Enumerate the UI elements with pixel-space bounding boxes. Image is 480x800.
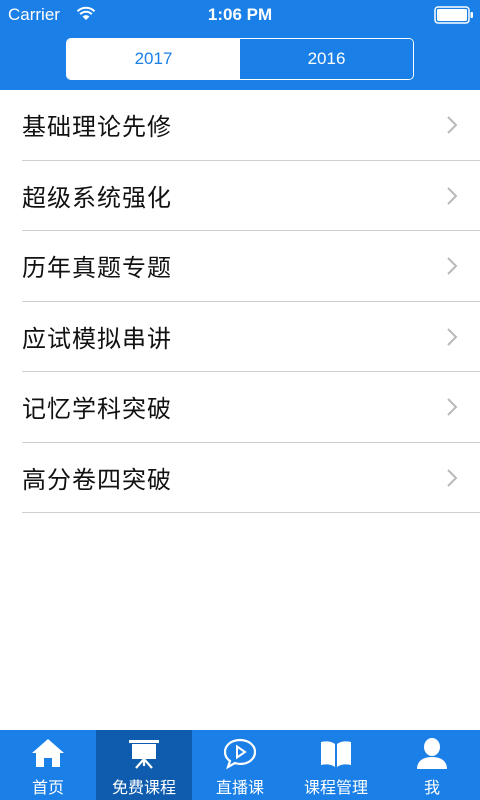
book-icon — [321, 741, 351, 767]
list-item[interactable]: 基础理论先修 — [22, 90, 480, 161]
tab-label: 课程管理 — [303, 778, 368, 797]
status-bar: Carrier 1:06 PM — [0, 0, 480, 30]
year-tab-2016[interactable]: 2016 — [240, 39, 413, 79]
year-tab-2017[interactable]: 2017 — [67, 39, 240, 79]
tab-home[interactable]: 首页 — [0, 730, 96, 800]
chevron-right-icon — [447, 186, 458, 205]
chevron-right-icon — [447, 257, 458, 275]
chevron-right-icon — [447, 468, 458, 487]
list-item[interactable]: 高分卷四突破 — [22, 443, 480, 513]
list-item[interactable]: 历年真题专题 — [22, 231, 480, 302]
list-item-label: 历年真题专题 — [22, 254, 172, 283]
chevron-right-icon — [447, 398, 458, 416]
tab-label: 免费课程 — [111, 778, 176, 797]
list-item[interactable]: 超级系统强化 — [22, 161, 480, 231]
presentation-board-icon — [129, 740, 159, 769]
play-chat-icon — [223, 738, 257, 770]
course-list: 基础理论先修 超级系统强化 历年真题专题 应试模拟串讲 记忆学科突破 高分卷四突… — [0, 90, 480, 513]
home-icon — [32, 739, 64, 767]
person-icon — [417, 738, 447, 769]
tab-free-courses[interactable]: 免费课程 — [96, 730, 192, 800]
bottom-tab-bar: 首页 免费课程 直播课 课程管理 我 — [0, 730, 480, 800]
tab-label: 我 — [423, 778, 440, 797]
chevron-right-icon — [447, 327, 458, 346]
battery-icon — [434, 6, 473, 24]
header: Carrier 1:06 PM 2017 2016 — [0, 0, 480, 90]
list-item-label: 高分卷四突破 — [22, 465, 172, 494]
chevron-right-icon — [447, 116, 458, 134]
tab-live-class[interactable]: 直播课 — [192, 730, 288, 800]
tab-label: 首页 — [31, 778, 64, 797]
tab-course-management[interactable]: 课程管理 — [288, 730, 384, 800]
year-segmented-control: 2017 2016 — [66, 38, 414, 80]
list-item-label: 超级系统强化 — [22, 183, 172, 212]
list-item-label: 基础理论先修 — [22, 113, 172, 142]
list-item[interactable]: 记忆学科突破 — [22, 372, 480, 443]
tab-label: 直播课 — [215, 778, 264, 797]
list-item-label: 应试模拟串讲 — [22, 324, 172, 353]
status-time: 1:06 PM — [207, 5, 273, 24]
tab-me[interactable]: 我 — [384, 730, 480, 800]
list-item[interactable]: 应试模拟串讲 — [22, 302, 480, 372]
list-item-label: 记忆学科突破 — [22, 395, 172, 424]
